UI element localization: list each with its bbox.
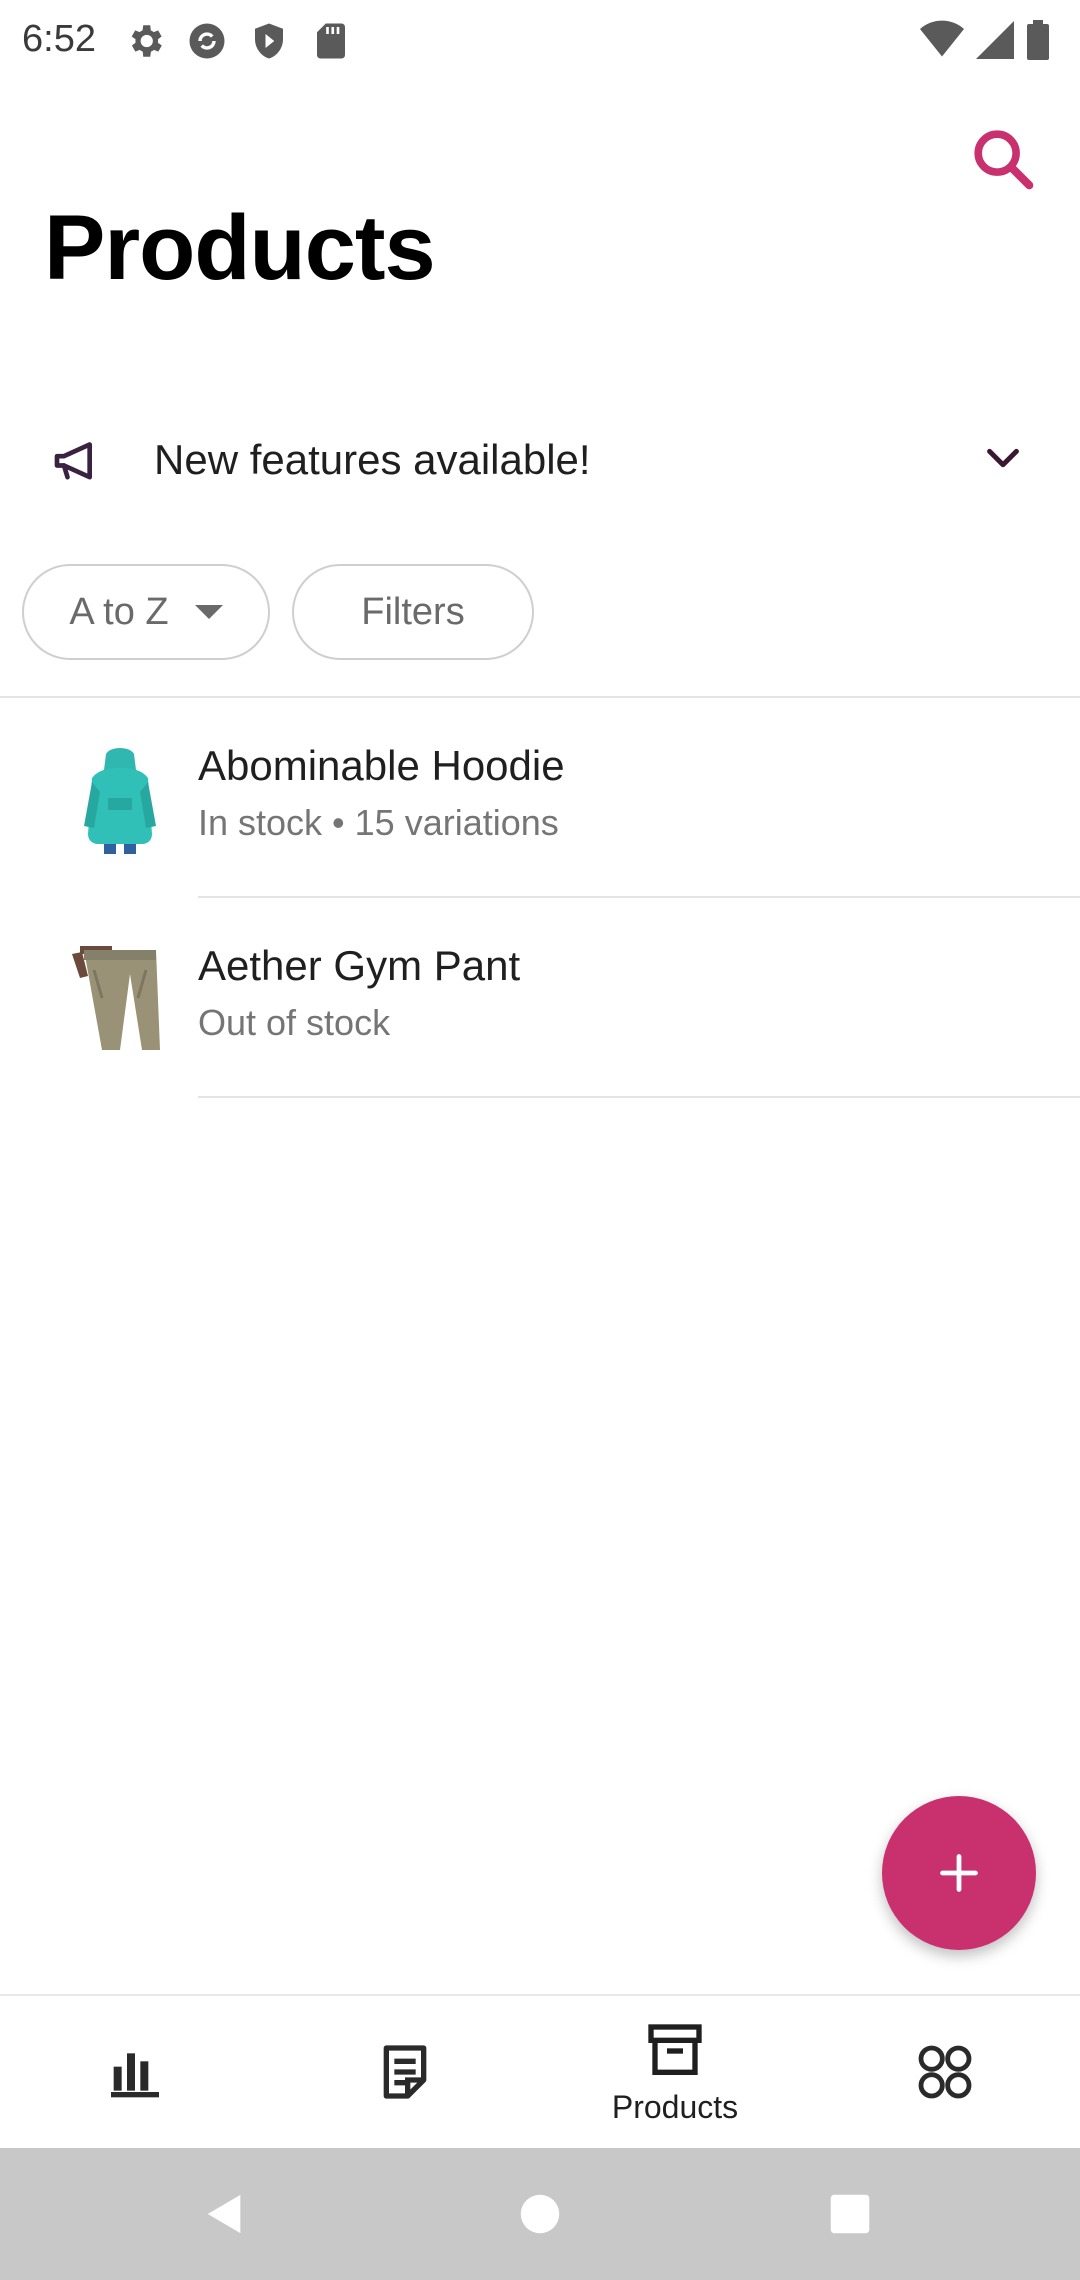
status-bar: 6:52 <box>0 0 1080 88</box>
back-triangle-icon <box>207 2194 241 2234</box>
products-screen: 6:52 Products New features available! A … <box>0 0 1080 2280</box>
home-circle-icon <box>520 2194 560 2234</box>
filters-chip[interactable]: Filters <box>292 564 534 660</box>
wifi-icon <box>920 20 964 60</box>
bottom-navigation: Products <box>0 1994 1080 2148</box>
product-row-abominable-hoodie[interactable]: Abominable Hoodie In stock • 15 variatio… <box>0 698 1080 898</box>
product-meta: Out of stock <box>198 1002 391 1043</box>
nav-item-orders[interactable] <box>270 1996 540 2148</box>
page-title: Products <box>44 197 436 299</box>
cell-signal-icon <box>976 20 1014 60</box>
system-navigation-bar <box>0 2148 1080 2280</box>
plus-icon <box>940 1854 978 1892</box>
orders-icon <box>383 2045 427 2099</box>
product-name: Abominable Hoodie <box>198 742 565 789</box>
sync-icon <box>186 20 228 62</box>
row-divider <box>198 1096 1080 1098</box>
sort-chip-label: A to Z <box>69 590 169 633</box>
sd-card-icon <box>310 20 352 62</box>
system-home-button[interactable] <box>440 2148 640 2280</box>
status-time: 6:52 <box>22 18 96 60</box>
shield-icon <box>248 20 290 62</box>
chevron-down-icon[interactable] <box>980 436 1026 482</box>
banner-text: New features available! <box>154 436 591 483</box>
new-features-banner[interactable]: New features available! <box>0 406 1080 516</box>
megaphone-icon <box>50 434 106 490</box>
nav-item-stats[interactable] <box>0 1996 270 2148</box>
hoodie-image <box>64 742 176 854</box>
stats-icon <box>111 2053 159 2098</box>
nav-item-menu[interactable] <box>810 1996 1080 2148</box>
sort-chip[interactable]: A to Z <box>22 564 270 660</box>
status-icons-left <box>124 20 352 62</box>
battery-icon <box>1026 20 1050 60</box>
filters-chip-label: Filters <box>361 590 465 633</box>
status-icons-right <box>920 20 1050 60</box>
system-back-button[interactable] <box>125 2148 325 2280</box>
recents-square-icon <box>830 2194 870 2234</box>
nav-label-products: Products <box>611 2088 739 2125</box>
caret-down-icon <box>194 605 223 619</box>
menu-grid-icon <box>918 2045 972 2099</box>
gear-icon <box>124 20 166 62</box>
product-row-aether-gym-pant[interactable]: Aether Gym Pant Out of stock <box>0 898 1080 1098</box>
product-name: Aether Gym Pant <box>198 942 521 989</box>
pants-image <box>64 942 176 1054</box>
search-icon <box>974 130 1034 190</box>
search-button[interactable] <box>968 124 1038 194</box>
product-meta: In stock • 15 variations <box>198 802 559 843</box>
nav-item-products[interactable]: Products <box>540 1996 810 2148</box>
products-icon <box>648 2023 702 2075</box>
system-recents-button[interactable] <box>750 2148 950 2280</box>
add-product-button[interactable] <box>882 1796 1036 1950</box>
